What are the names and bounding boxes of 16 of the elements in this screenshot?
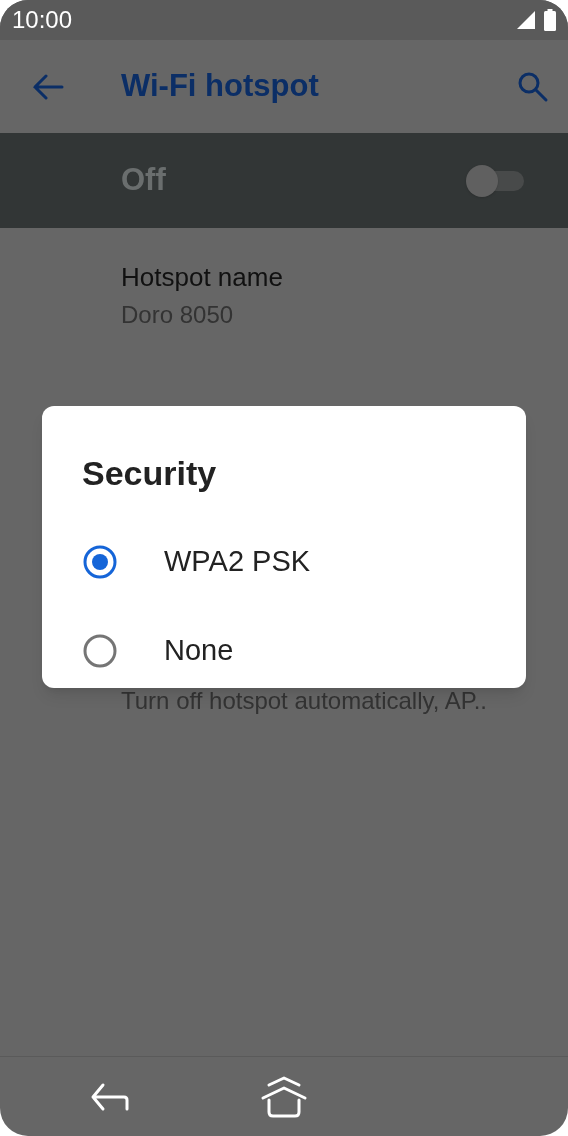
radio-option[interactable]: WPA2 PSK (42, 517, 526, 606)
back-arrow-icon (32, 73, 64, 100)
status-time: 10:00 (12, 5, 73, 35)
setting-title: Hotspot name (121, 261, 284, 294)
switch-label: Off (121, 161, 166, 200)
page-title: Wi-Fi hotspot (121, 67, 320, 106)
back-arrow-icon (90, 1081, 130, 1112)
battery-icon (544, 9, 556, 31)
toggle-switch[interactable] (466, 164, 524, 197)
signal-icon (516, 10, 536, 30)
search-icon (517, 70, 549, 103)
radio-icon[interactable] (82, 632, 118, 669)
radio-option[interactable]: None (42, 606, 526, 695)
dialog-title: Security (82, 453, 218, 494)
home-icon (261, 1075, 307, 1118)
radio-selected-icon[interactable] (82, 543, 118, 580)
